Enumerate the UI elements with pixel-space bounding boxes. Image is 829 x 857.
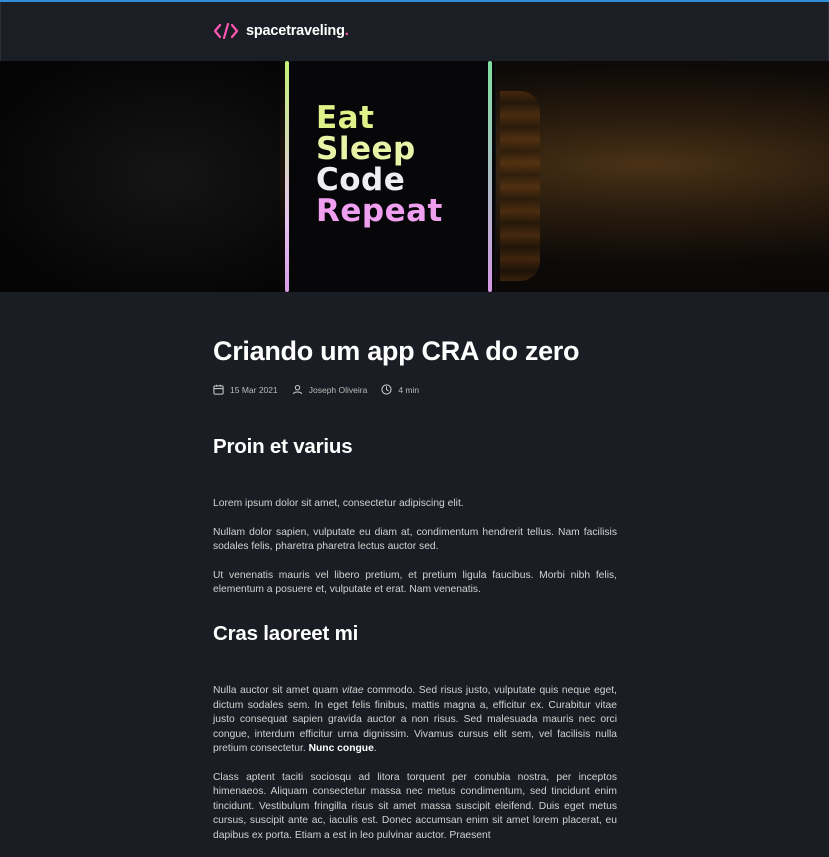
- phone-text-line: Eat: [316, 100, 375, 136]
- paragraph-text: .: [373, 743, 377, 754]
- post-meta: 15 Mar 2021 Joseph Oliveira 4 min: [213, 384, 433, 395]
- phone-text-line: Repeat: [316, 193, 443, 229]
- phone-edge-left: [285, 61, 289, 292]
- banner-background: [0, 61, 280, 292]
- post-banner-image: Eat Sleep Code Repeat: [0, 61, 829, 292]
- phone-text-line: Sleep: [316, 131, 416, 167]
- section-paragraph: Ut venenatis mauris vel libero pretium, …: [213, 569, 617, 596]
- post-date-text: 15 Mar 2021: [230, 384, 278, 395]
- post-section: Proin et varius Lorem ipsum dolor sit am…: [213, 435, 617, 612]
- section-heading: Proin et varius: [213, 435, 353, 458]
- user-icon: [292, 384, 302, 395]
- post-reading-time: 4 min: [381, 384, 419, 395]
- post-date: 15 Mar 2021: [213, 384, 278, 395]
- section-paragraph: Nulla auctor sit amet quam vitae commodo…: [213, 684, 617, 757]
- post-title: Criando um app CRA do zero: [213, 336, 580, 366]
- section-paragraph: Nullam dolor sapien, vulputate eu diam a…: [213, 526, 617, 553]
- section-paragraph: Lorem ipsum dolor sit amet, consectetur …: [213, 498, 464, 509]
- paragraph-text: Nulla auctor sit amet quam: [213, 685, 342, 696]
- post-author-text: Joseph Oliveira: [308, 384, 368, 395]
- paragraph-strong: Nunc congue: [308, 743, 374, 754]
- phone-edge-right: [488, 61, 492, 292]
- phone-text-line: Code: [316, 162, 406, 198]
- banner-decoration: [500, 91, 540, 281]
- post-section: Cras laoreet mi Nulla auctor sit amet qu…: [213, 622, 617, 857]
- site-header: spacetraveling.: [0, 2, 829, 61]
- reading-time-text: 4 min: [398, 384, 420, 395]
- calendar-icon: [213, 384, 224, 395]
- logo-text: spacetraveling: [246, 23, 345, 39]
- clock-icon: [381, 384, 392, 395]
- logo-dot: .: [344, 23, 349, 39]
- logo-link[interactable]: spacetraveling.: [214, 23, 349, 39]
- paragraph-emphasis: vitae: [341, 685, 364, 696]
- post-author: Joseph Oliveira: [292, 384, 368, 395]
- section-paragraph: Class aptent taciti sociosqu ad litora t…: [213, 771, 617, 841]
- section-heading: Cras laoreet mi: [213, 622, 359, 645]
- code-brackets-icon: [214, 23, 238, 39]
- phone-screen-text: Eat Sleep Code Repeat: [316, 103, 443, 227]
